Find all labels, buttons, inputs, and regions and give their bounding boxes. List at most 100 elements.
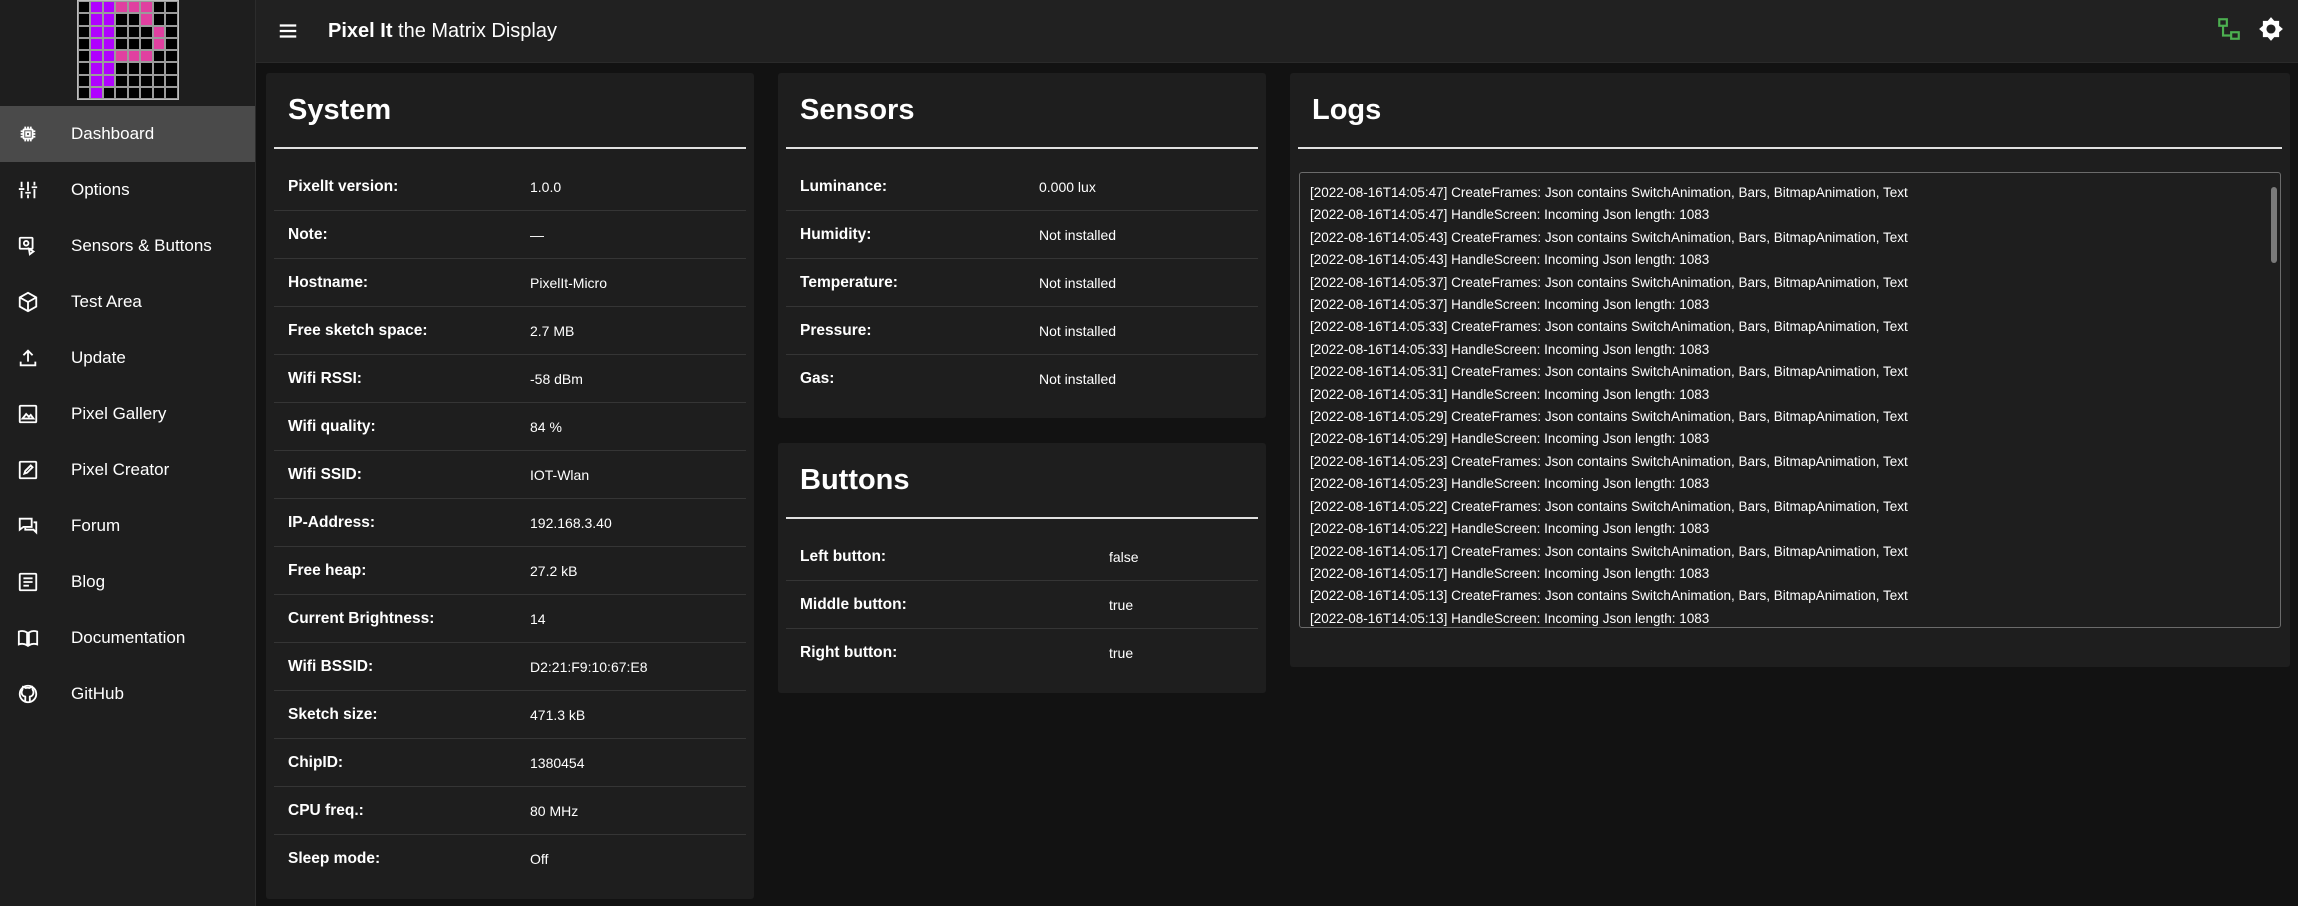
theme-toggle-button[interactable] bbox=[2258, 16, 2284, 47]
logo-pixel bbox=[152, 74, 165, 87]
logo-pixel bbox=[127, 74, 140, 87]
row-value: PixelIt-Micro bbox=[530, 274, 608, 291]
sensors-card: Sensors Luminance: 0.000 lux Humidity: Not … bbox=[778, 73, 1266, 418]
logo-pixel bbox=[140, 62, 153, 75]
divider bbox=[786, 517, 1258, 519]
sidebar-item-blog[interactable]: Blog bbox=[0, 554, 255, 610]
logo-pixel bbox=[165, 74, 178, 87]
logo-pixel bbox=[115, 86, 128, 99]
logo-pixel bbox=[90, 25, 103, 38]
row-value: 1.0.0 bbox=[530, 178, 562, 195]
table-row: ChipID: 1380454 bbox=[274, 739, 746, 787]
sidebar-item-label: Pixel Gallery bbox=[71, 404, 167, 423]
logo-pixel bbox=[102, 50, 115, 63]
log-line: [2022-08-16T14:05:37] CreateFrames: Json… bbox=[1310, 274, 1908, 290]
sidebar-item-options[interactable]: Options bbox=[0, 162, 255, 218]
menu-button[interactable] bbox=[260, 0, 316, 63]
edit-box-icon bbox=[15, 457, 41, 483]
log-line: [2022-08-16T14:05:17] CreateFrames: Json… bbox=[1310, 543, 1908, 559]
row-value: 0.000 lux bbox=[1039, 178, 1096, 195]
connection-status-button[interactable] bbox=[2216, 16, 2242, 47]
upload-icon bbox=[15, 345, 41, 371]
sidebar-item-dashboard[interactable]: Dashboard bbox=[0, 106, 255, 162]
sidebar-item-label: Options bbox=[71, 180, 130, 199]
row-value: true bbox=[1109, 596, 1134, 613]
logo-pixel bbox=[115, 74, 128, 87]
brightness-icon bbox=[2259, 17, 2283, 41]
table-row: Pressure: Not installed bbox=[786, 307, 1258, 355]
log-line: [2022-08-16T14:05:13] HandleScreen: Inco… bbox=[1310, 610, 1710, 626]
sidebar-item-documentation[interactable]: Documentation bbox=[0, 610, 255, 666]
sidebar: Dashboard Options Sensors & Buttons Test Ar… bbox=[0, 0, 256, 906]
logo-pixel bbox=[90, 62, 103, 75]
logo-pixel bbox=[102, 86, 115, 99]
tune-icon bbox=[15, 177, 41, 203]
logo-pixel bbox=[165, 86, 178, 99]
logo-pixel bbox=[115, 1, 128, 14]
table-row: Note: — bbox=[274, 211, 746, 259]
sidebar-item-github[interactable]: GitHub bbox=[0, 666, 255, 722]
log-scrollbar[interactable] bbox=[2271, 187, 2277, 263]
table-row: Hostname: PixelIt-Micro bbox=[274, 259, 746, 307]
row-value: 80 MHz bbox=[530, 802, 579, 819]
logo-pixel bbox=[115, 37, 128, 50]
logo-pixel bbox=[115, 50, 128, 63]
sidebar-item-pixel-creator[interactable]: Pixel Creator bbox=[0, 442, 255, 498]
logo-pixel bbox=[115, 25, 128, 38]
table-row: Sketch size: 471.3 kB bbox=[274, 691, 746, 739]
logo-pixel bbox=[102, 13, 115, 26]
logo-pixel bbox=[165, 25, 178, 38]
sidebar-item-forum[interactable]: Forum bbox=[0, 498, 255, 554]
logo-pixel bbox=[152, 1, 165, 14]
row-value: false bbox=[1109, 548, 1139, 565]
sidebar-item-label: Dashboard bbox=[71, 124, 155, 143]
log-line: [2022-08-16T14:05:43] HandleScreen: Inco… bbox=[1310, 252, 1710, 268]
logo-pixel bbox=[102, 1, 115, 14]
logo-pixel bbox=[90, 13, 103, 26]
logo-pixel bbox=[102, 74, 115, 87]
table-row: Wifi quality: 84 % bbox=[274, 403, 746, 451]
log-line: [2022-08-16T14:05:29] CreateFrames: Json… bbox=[1310, 409, 1908, 425]
buttons-table: Left button: false Middle button: true Right… bbox=[786, 533, 1258, 677]
sidebar-item-pixel-gallery[interactable]: Pixel Gallery bbox=[0, 386, 255, 442]
table-row: PixelIt version: 1.0.0 bbox=[274, 163, 746, 211]
newspaper-icon bbox=[15, 569, 41, 595]
divider bbox=[786, 147, 1258, 149]
logo-pixel bbox=[77, 62, 90, 75]
row-value: Not installed bbox=[1039, 226, 1117, 243]
sidebar-item-update[interactable]: Update bbox=[0, 330, 255, 386]
buttons-card: Buttons Left button: false Middle button: t… bbox=[778, 443, 1266, 693]
logo-pixel bbox=[127, 86, 140, 99]
row-label: Hostname: bbox=[288, 273, 369, 291]
logo-pixel bbox=[90, 74, 103, 87]
logo-pixel bbox=[90, 37, 103, 50]
sidebar-item-sensors-buttons[interactable]: Sensors & Buttons bbox=[0, 218, 255, 274]
table-row: Wifi BSSID: D2:21:F9:10:67:E8 bbox=[274, 643, 746, 691]
logo-pixel bbox=[127, 37, 140, 50]
logo-pixel bbox=[165, 37, 178, 50]
table-row: Free sketch space: 2.7 MB bbox=[274, 307, 746, 355]
log-output[interactable]: [2022-08-16T14:05:47] CreateFrames: Json… bbox=[1299, 172, 2281, 628]
row-label: Humidity: bbox=[800, 225, 872, 243]
logo-pixel bbox=[77, 50, 90, 63]
sidebar-item-label: Blog bbox=[71, 572, 106, 591]
row-label: Sleep mode: bbox=[288, 850, 381, 867]
row-label: ChipID: bbox=[288, 753, 344, 771]
system-title: System bbox=[288, 93, 392, 126]
sidebar-item-test-area[interactable]: Test Area bbox=[0, 274, 255, 330]
hamburger-icon bbox=[279, 24, 297, 38]
row-value: 192.168.3.40 bbox=[530, 514, 612, 531]
row-value: 1380454 bbox=[530, 754, 585, 771]
top-actions bbox=[2216, 0, 2298, 63]
logo-pixel bbox=[115, 62, 128, 75]
table-row: Middle button: true bbox=[786, 581, 1258, 629]
sensors-table: Luminance: 0.000 lux Humidity: Not installe… bbox=[786, 163, 1258, 403]
lan-connected-icon bbox=[2218, 18, 2240, 40]
log-line: [2022-08-16T14:05:23] HandleScreen: Inco… bbox=[1310, 476, 1710, 492]
logo-pixel bbox=[77, 25, 90, 38]
logo-pixel bbox=[152, 62, 165, 75]
sensors-title: Sensors bbox=[800, 93, 915, 126]
sidebar-item-label: Documentation bbox=[71, 628, 186, 647]
row-label: Pressure: bbox=[800, 321, 872, 339]
row-value: — bbox=[530, 226, 544, 243]
